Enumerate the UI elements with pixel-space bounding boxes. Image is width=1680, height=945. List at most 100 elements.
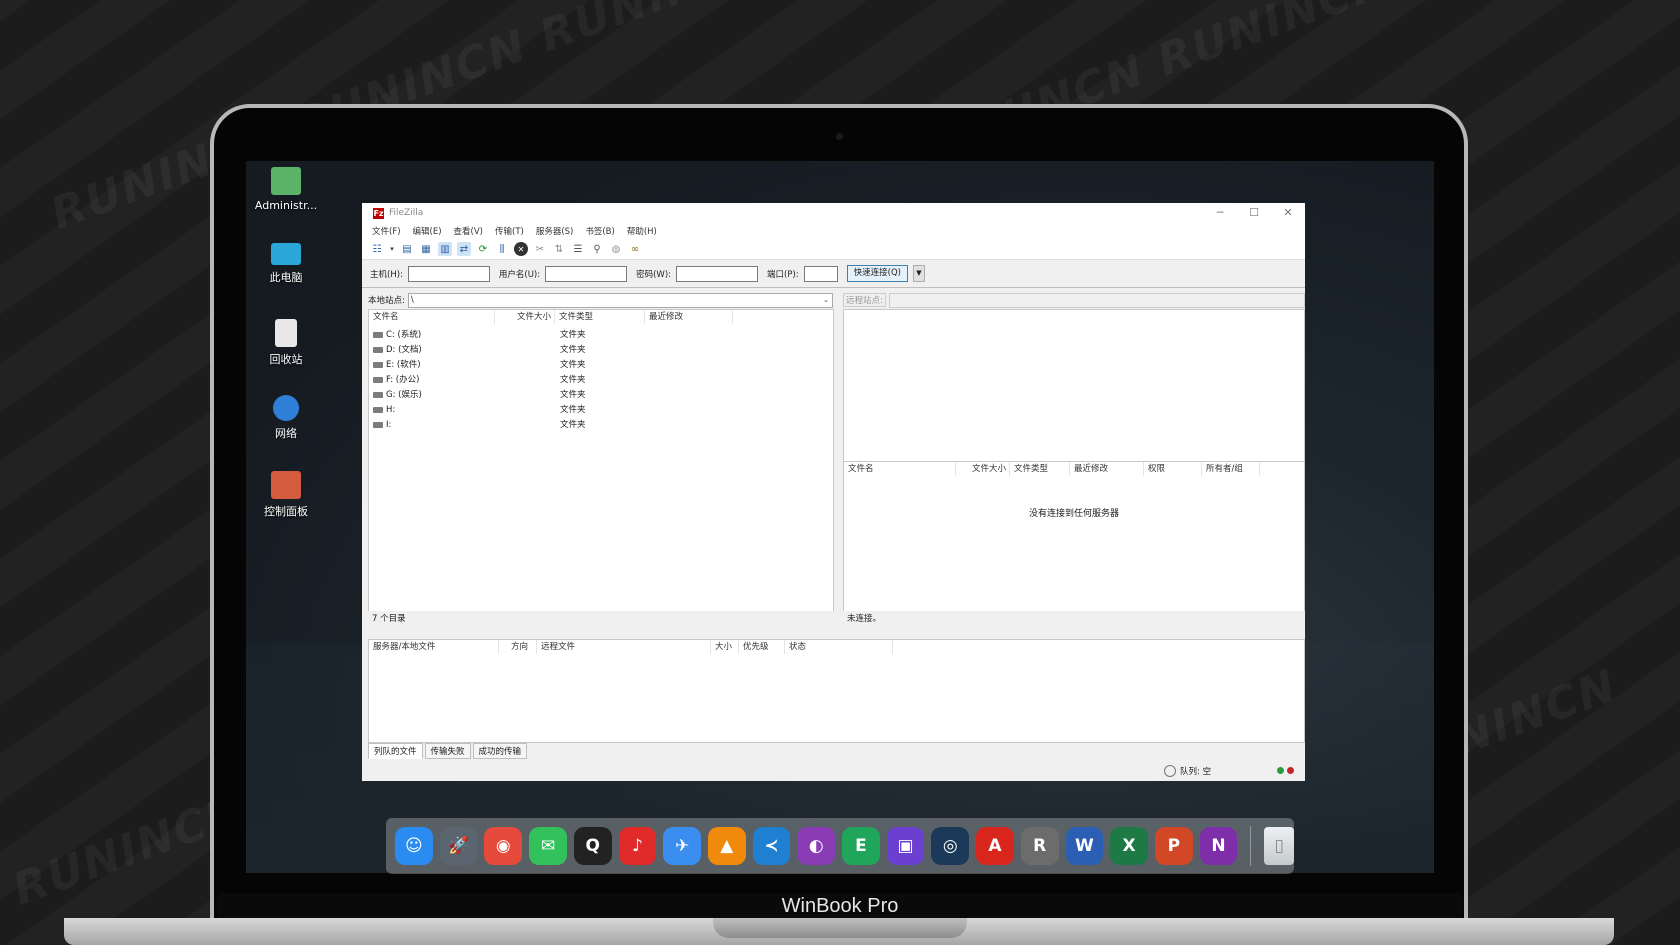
col-modified[interactable]: 最近修改 [1070,462,1144,476]
chrome-icon[interactable]: ◉ [484,827,523,865]
menu-server[interactable]: 服务器(S) [536,225,574,237]
password-input[interactable] [676,265,759,282]
list-item[interactable]: H: 文件夹 [373,403,586,418]
feishu-icon[interactable]: ✈ [663,827,701,865]
finder-icon[interactable]: ☺ [395,827,433,865]
search-binoculars-icon[interactable]: ∞ [628,242,642,256]
port-input[interactable] [803,265,838,282]
maximize-button[interactable]: ☐ [1237,203,1271,223]
dock: ☺ 🚀 ◉ ✉ Q ♪ ✈ ▲ ≺ ◐ E ▣ ◎ A R W X P N ▯ [386,818,1295,874]
qq-icon[interactable]: Q [573,827,612,865]
close-button[interactable]: ✕ [1271,203,1305,223]
reconnect-icon[interactable]: ⇅ [552,242,566,256]
drive-icon [373,376,383,383]
directory-compare-icon[interactable]: ◍ [609,242,623,256]
remote-tree-icon[interactable]: ▥ [438,242,452,256]
col-filesize[interactable]: 文件大小 [956,462,1010,476]
quickconnect-dropdown-icon[interactable]: ▼ [912,265,925,282]
col-priority[interactable]: 优先级 [739,640,785,654]
port-label: 端口(P): [767,269,799,280]
onenote-icon[interactable]: N [1199,827,1238,865]
remote-status: 未连接。 [843,611,1305,628]
rhino-icon[interactable]: R [1020,827,1059,865]
local-file-list: 文件名 文件大小 文件类型 最近修改 C: (系统) 文件夹 D: (文档) 文… [368,309,834,621]
tab-successful-transfers[interactable]: 成功的传输 [472,743,528,759]
list-item[interactable]: E: (软件) 文件夹 [373,358,586,373]
menu-help[interactable]: 帮助(H) [627,225,657,237]
menu-file[interactable]: 文件(F) [372,225,401,237]
twitch-icon[interactable]: ▣ [886,827,925,865]
desktop-icon-network[interactable]: 网络 [246,395,326,441]
menu-edit[interactable]: 编辑(E) [413,225,442,237]
minimize-button[interactable]: ─ [1203,203,1237,223]
col-filename[interactable]: 文件名 [369,310,495,324]
desktop-icon-admin[interactable]: Administr... [246,167,326,212]
local-site-bar: 本地站点: \ ⌄ [368,291,833,309]
cancel-icon[interactable]: ✕ [514,242,528,256]
tab-failed-transfers[interactable]: 传输失败 [424,743,471,759]
trash-icon[interactable]: ▯ [1264,827,1295,865]
list-item[interactable]: C: (系统) 文件夹 [373,328,586,343]
laptop-notch [713,918,967,938]
col-modified[interactable]: 最近修改 [645,310,733,324]
list-item[interactable]: I: 文件夹 [373,418,586,433]
col-direction[interactable]: 方向 [499,640,537,654]
status-led-red-icon [1287,767,1294,774]
steam-icon[interactable]: ◎ [931,827,970,865]
local-site-label: 本地站点: [368,296,405,306]
local-column-header: 文件名 文件大小 文件类型 最近修改 [369,310,833,324]
col-filetype[interactable]: 文件类型 [555,310,645,324]
powerpoint-icon[interactable]: P [1154,827,1193,865]
queue-column-header: 服务器/本地文件 方向 远程文件 大小 优先级 状态 [369,640,899,654]
site-manager-icon[interactable]: ☷ [370,242,384,256]
filter-icon[interactable]: ☰ [571,242,585,256]
desktop-icon-recycle-bin[interactable]: 回收站 [246,319,326,367]
process-queue-icon[interactable]: ⫼ [495,242,509,256]
disconnect-icon[interactable]: ✂ [533,242,547,256]
col-size[interactable]: 大小 [711,640,739,654]
evernote-icon[interactable]: E [842,827,880,865]
col-server-local[interactable]: 服务器/本地文件 [369,640,499,654]
excel-icon[interactable]: X [1110,827,1148,865]
vlc-icon[interactable]: ▲ [707,827,746,865]
col-permissions[interactable]: 权限 [1144,462,1202,476]
netease-music-icon[interactable]: ♪ [618,827,657,865]
username-input[interactable] [545,265,628,282]
github-icon[interactable]: ◐ [797,827,836,865]
vscode-icon[interactable]: ≺ [752,827,791,865]
local-path-input[interactable]: \ ⌄ [407,292,833,308]
col-filesize[interactable]: 文件大小 [495,310,555,324]
launchpad-icon[interactable]: 🚀 [439,827,478,865]
menu-bookmarks[interactable]: 书签(B) [585,225,614,237]
quickconnect-button[interactable]: 快速连接(Q) [846,265,908,282]
dropdown-arrow-icon[interactable]: ▾ [389,242,395,256]
col-status[interactable]: 状态 [785,640,893,654]
refresh-icon[interactable]: ⟳ [476,242,490,256]
drive-icon [373,406,383,413]
desktop-icon-this-pc[interactable]: 此电脑 [246,243,326,285]
list-item[interactable]: D: (文档) 文件夹 [373,343,586,358]
toggle-filter-icon[interactable]: ⚲ [590,242,604,256]
desktop-icon-control-panel[interactable]: 控制面板 [246,471,326,519]
network-icon [273,395,299,421]
transfer-queue-icon[interactable]: ⇄ [457,242,471,256]
menu-transfer[interactable]: 传输(T) [495,225,524,237]
window-title: FileZilla [389,208,424,218]
word-icon[interactable]: W [1065,827,1104,865]
list-item[interactable]: G: (娱乐) 文件夹 [373,388,586,403]
acrobat-icon[interactable]: A [976,827,1014,865]
menu-view[interactable]: 查看(V) [454,225,483,237]
chevron-down-icon[interactable]: ⌄ [823,294,829,307]
wechat-icon[interactable]: ✉ [529,827,567,865]
message-log-icon[interactable]: ▤ [400,242,414,256]
col-filetype[interactable]: 文件类型 [1010,462,1070,476]
local-tree-icon[interactable]: ▦ [419,242,433,256]
remote-path-input[interactable] [888,292,1305,308]
drive-icon [373,421,383,428]
host-input[interactable] [407,265,490,282]
list-item[interactable]: F: (办公) 文件夹 [373,373,586,388]
col-remote-file[interactable]: 远程文件 [537,640,711,654]
col-owner[interactable]: 所有者/组 [1202,462,1260,476]
tab-queued-files[interactable]: 列队的文件 [368,743,423,759]
col-filename[interactable]: 文件名 [844,462,956,476]
